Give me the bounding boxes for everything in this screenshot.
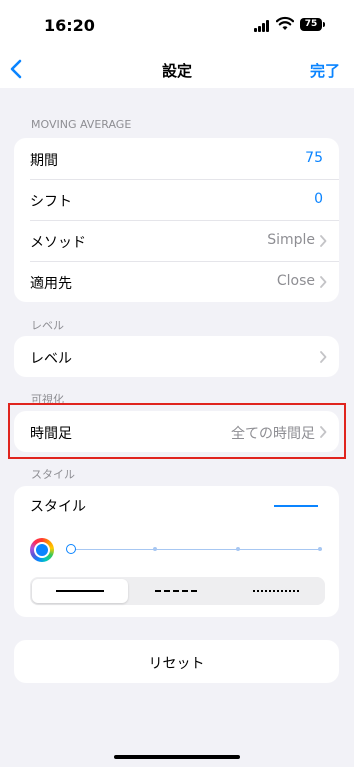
line-style-segmented-control [30,577,325,605]
home-indicator [114,755,240,759]
solid-line-icon [56,590,104,592]
dotted-line-icon [253,590,299,592]
row-method[interactable]: メソッド Simple [14,220,339,261]
status-bar: 16:20 75 [0,0,354,50]
level-card: レベル [14,336,339,377]
navigation-bar: 設定 完了 [0,50,354,88]
line-style-preview [274,505,318,507]
thickness-slider-thumb[interactable] [66,544,76,554]
method-label: メソッド [30,235,86,251]
section-label-moving-average: MOVING AVERAGE [31,118,132,131]
slider-tick [236,547,240,551]
chevron-right-icon [320,276,327,288]
period-label: 期間 [30,153,58,169]
shift-value[interactable]: 0 [314,191,323,207]
color-picker-icon[interactable] [30,538,54,562]
color-picker-ring [34,542,50,558]
battery-cap [323,22,325,27]
status-time: 16:20 [44,16,95,35]
period-value[interactable]: 75 [305,150,323,166]
page-title: 設定 [161,62,192,80]
style-card: スタイル [14,486,339,617]
level-label: レベル [30,351,72,367]
line-style-dotted[interactable] [227,579,323,603]
battery-level: 75 [304,19,318,29]
shift-label: シフト [30,194,72,210]
row-shift[interactable]: シフト 0 [14,179,339,220]
row-level[interactable]: レベル [14,336,339,377]
slider-tick [153,547,157,551]
apply-to-label: 適用先 [30,276,72,292]
section-label-style: スタイル [31,468,75,481]
reset-button[interactable]: リセット [14,640,339,683]
highlight-box [8,403,346,459]
wifi-icon [276,16,294,30]
row-period[interactable]: 期間 75 [14,138,339,179]
row-apply-to[interactable]: 適用先 Close [14,261,339,302]
section-label-level: レベル [31,319,64,332]
done-button[interactable]: 完了 [310,60,340,81]
line-style-dashed[interactable] [129,579,225,603]
slider-tick [318,547,322,551]
cellular-signal-icon [254,20,272,32]
apply-to-value: Close [276,273,315,289]
line-style-solid[interactable] [32,579,128,603]
dashed-line-icon [155,590,197,592]
selected-color-dot [36,544,48,556]
thickness-slider-track[interactable] [72,549,322,550]
style-label: スタイル [30,499,86,515]
reset-label: リセット [148,656,205,672]
battery-icon: 75 [300,18,322,31]
chevron-right-icon [320,235,327,247]
chevron-right-icon [320,351,327,363]
method-value: Simple [267,232,315,248]
moving-average-card: 期間 75 シフト 0 メソッド Simple 適用先 Close [14,138,339,302]
